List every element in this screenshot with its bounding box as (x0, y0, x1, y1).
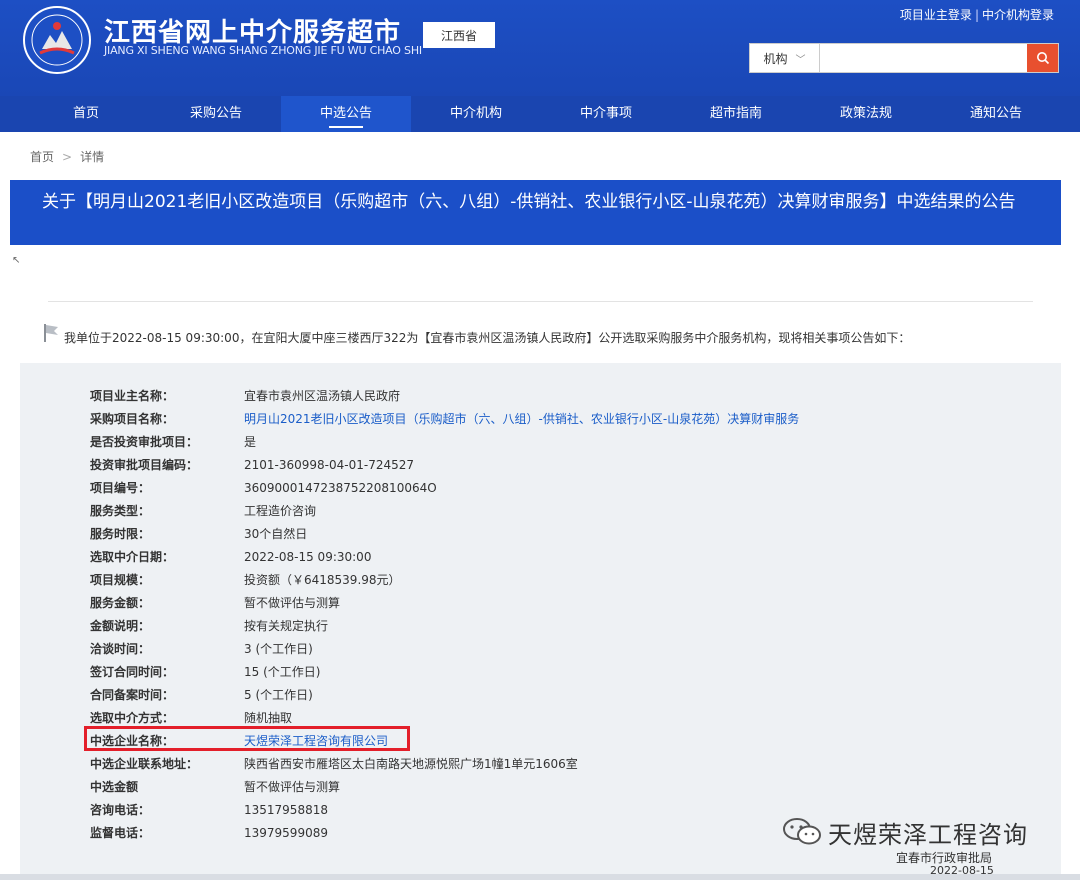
nav-policies[interactable]: 政策法规 (801, 96, 931, 132)
nav-procurement[interactable]: 采购公告 (151, 96, 281, 132)
info-label: 投资审批项目编码： (90, 458, 199, 472)
info-value: 3 (个工作日) (244, 642, 313, 656)
chevron-right-icon: > (62, 150, 73, 164)
bottom-strip (0, 874, 1080, 880)
intro-text-wrap: 我单位于2022-08-15 09:30:00，在宜阳大厦中座三楼西厅322为【… (44, 324, 911, 346)
search-icon (1036, 52, 1049, 65)
info-value: 30个自然日 (244, 527, 308, 541)
search-button[interactable] (1027, 44, 1058, 72)
info-value: 13517958818 (244, 803, 328, 817)
info-label: 中选金额 (90, 780, 139, 794)
info-value: 5 (个工作日) (244, 688, 313, 702)
info-label: 服务时限： (90, 527, 151, 541)
site-pinyin: JIANG XI SHENG WANG SHANG ZHONG JIE FU W… (104, 44, 422, 57)
main-nav: 首页 采购公告 中选公告 中介机构 中介事项 超市指南 政策法规 通知公告 (0, 96, 1080, 132)
nav-home[interactable]: 首页 (21, 96, 151, 132)
breadcrumb-current: 详情 (80, 150, 105, 164)
owner-login-link[interactable]: 项目业主登录 (900, 8, 972, 22)
link-separator: | (974, 8, 979, 22)
info-label: 项目编号： (90, 481, 151, 495)
nav-notices[interactable]: 通知公告 (931, 96, 1061, 132)
info-label: 选取中介日期： (90, 550, 175, 564)
info-label: 中选企业联系地址： (90, 757, 199, 771)
info-value: 暂不做评估与测算 (244, 596, 341, 610)
intro-text: 我单位于2022-08-15 09:30:00，在宜阳大厦中座三楼西厅322为【… (64, 331, 911, 345)
content-panel: 我单位于2022-08-15 09:30:00，在宜阳大厦中座三楼西厅322为【… (20, 245, 1061, 880)
info-value: 2022-08-15 09:30:00 (244, 550, 372, 564)
info-value: 工程造价咨询 (244, 504, 317, 518)
info-label: 采购项目名称： (90, 412, 175, 426)
info-value: 15 (个工作日) (244, 665, 321, 679)
info-value: 是 (244, 435, 257, 449)
info-label: 咨询电话： (90, 803, 151, 817)
info-label: 监督电话： (90, 826, 151, 840)
search-bar: 机构 ﹀ (749, 43, 1059, 73)
info-label: 是否投资审批项目： (90, 435, 199, 449)
info-value: 2101-360998-04-01-724527 (244, 458, 415, 472)
info-value: 宜春市袁州区温汤镇人民政府 (244, 389, 401, 403)
project-name-link[interactable]: 明月山2021老旧小区改造项目（乐购超市（六、八组）-供销社、农业银行小区-山泉… (244, 408, 799, 431)
info-label: 金额说明： (90, 619, 151, 633)
info-label: 服务类型： (90, 504, 151, 518)
intro-section: 我单位于2022-08-15 09:30:00，在宜阳大厦中座三楼西厅322为【… (20, 245, 1061, 363)
search-category-select[interactable]: 机构 ﹀ (750, 44, 820, 72)
info-value: 360900014723875220810064O (244, 481, 437, 495)
info-label: 中选企业名称： (90, 734, 175, 748)
info-label: 合同备案时间： (90, 688, 175, 702)
watermark-text: 天煜荣泽工程咨询 (828, 820, 1028, 849)
wechat-icon (783, 818, 821, 845)
wechat-watermark: 天煜荣泽工程咨询 (782, 815, 1028, 849)
top-links: 项目业主登录 | 中介机构登录 (900, 6, 1054, 23)
page-title: 关于【明月山2021老旧小区改造项目（乐购超市（六、八组）-供销社、农业银行小区… (10, 180, 1061, 245)
nav-selection-results[interactable]: 中选公告 (281, 96, 411, 132)
breadcrumb-home[interactable]: 首页 (30, 150, 54, 164)
info-value: 投资额（￥6418539.98元） (244, 573, 401, 587)
info-value: 暂不做评估与测算 (244, 780, 341, 794)
site-header: 江西省网上中介服务超市 JIANG XI SHENG WANG SHANG ZH… (0, 0, 1080, 96)
search-input[interactable] (821, 44, 1027, 72)
info-label: 项目业主名称： (90, 389, 175, 403)
info-label: 服务金额： (90, 596, 151, 610)
info-value: 按有关规定执行 (244, 619, 329, 633)
search-category-label: 机构 (763, 51, 788, 66)
divider (48, 301, 1033, 302)
winning-company-link[interactable]: 天煜荣泽工程咨询有限公司 (244, 730, 388, 753)
info-value: 陕西省西安市雁塔区太白南路天地源悦熙广场1幢1单元1606室 (244, 757, 578, 771)
info-label: 签订合同时间： (90, 665, 175, 679)
nav-agencies[interactable]: 中介机构 (411, 96, 541, 132)
info-label: 洽谈时间： (90, 642, 151, 656)
agency-login-link[interactable]: 中介机构登录 (982, 8, 1054, 22)
flag-icon (44, 324, 58, 342)
nav-services[interactable]: 中介事项 (541, 96, 671, 132)
nav-guide[interactable]: 超市指南 (671, 96, 801, 132)
chevron-down-icon: ﹀ (795, 54, 806, 66)
logo-emblem-icon[interactable] (20, 5, 94, 75)
breadcrumb: 首页 > 详情 (30, 148, 104, 165)
info-label: 项目规模： (90, 573, 151, 587)
info-value: 13979599089 (244, 826, 328, 840)
region-selector[interactable]: 江西省 (423, 22, 495, 48)
